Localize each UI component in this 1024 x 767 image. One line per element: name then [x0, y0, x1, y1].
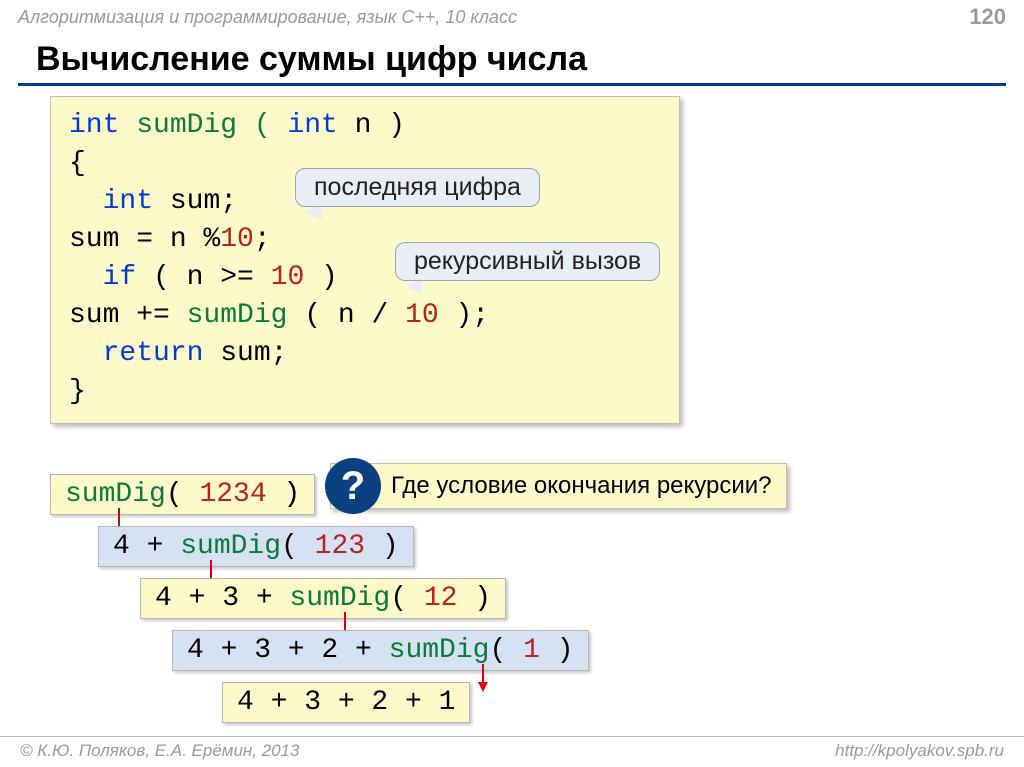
step-4: 4 + 3 + 2 + sumDig( 1 ) — [172, 630, 589, 671]
step-5: 4 + 3 + 2 + 1 — [222, 682, 470, 723]
step-2: 4 + sumDig( 123 ) — [98, 526, 414, 567]
code-line: int sumDig ( int n ) — [69, 107, 661, 145]
question-text: Где условие окончания рекурсии? — [391, 472, 772, 500]
callout-last-digit: последняя цифра — [295, 168, 540, 207]
question-row: ? Где условие окончания рекурсии? — [330, 463, 787, 509]
footer-url: http://kpolyakov.spb.ru — [835, 741, 1004, 761]
callout-recursive: рекурсивный вызов — [395, 242, 660, 281]
arrow-icon — [478, 664, 488, 694]
code-line: sum += sumDig ( n / 10 ); — [69, 297, 661, 335]
step-1: sumDig( 1234 ) — [50, 474, 315, 515]
code-line: return sum; — [69, 335, 661, 373]
code-line: } — [69, 373, 661, 411]
title-underline — [18, 83, 1006, 86]
course-label: Алгоритмизация и программирование, язык … — [18, 7, 517, 28]
slide-header: Алгоритмизация и программирование, язык … — [0, 0, 1024, 34]
copyright: © К.Ю. Поляков, Е.А. Ерёмин, 2013 — [20, 741, 300, 761]
step-3: 4 + 3 + sumDig( 12 ) — [140, 578, 506, 619]
slide-title: Вычисление суммы цифр числа — [0, 34, 1024, 83]
content-area: int sumDig ( int n ) { int sum; sum = n … — [0, 96, 1024, 424]
question-mark-icon: ? — [325, 458, 381, 514]
page-number: 120 — [969, 4, 1006, 30]
slide-footer: © К.Ю. Поляков, Е.А. Ерёмин, 2013 http:/… — [0, 736, 1024, 761]
